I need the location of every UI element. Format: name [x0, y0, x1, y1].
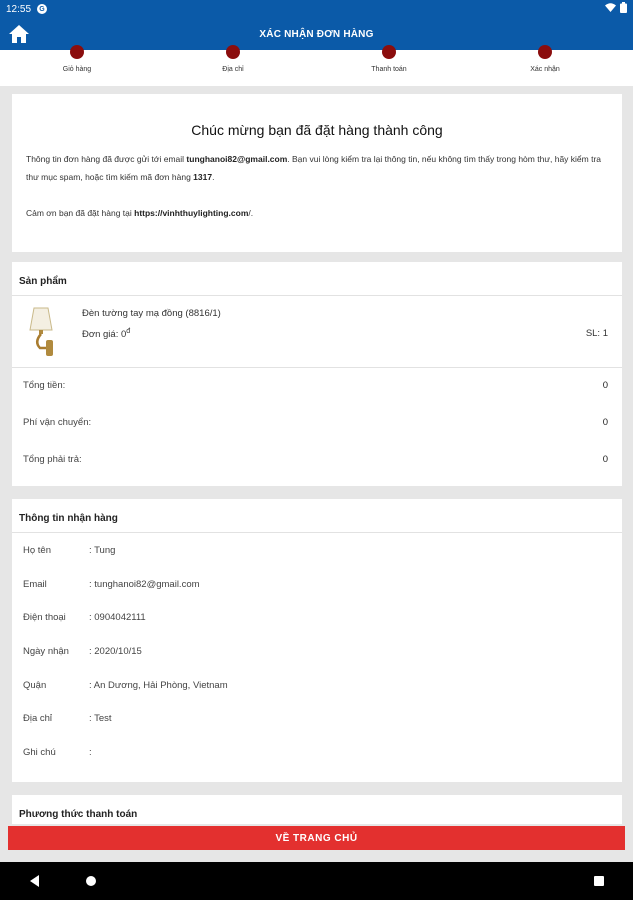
- info-label: Email: [23, 578, 47, 590]
- info-row-phone: Điện thoại : 0904042111: [12, 600, 622, 634]
- product-quantity: SL: 1: [585, 328, 608, 339]
- grand-total-value: 0: [602, 454, 608, 465]
- grand-total-label: Tổng phải trả:: [23, 454, 82, 465]
- step-label: Thanh toán: [371, 66, 407, 73]
- info-label: Ghi chú: [23, 747, 56, 759]
- receiver-section-title: Thông tin nhận hàng: [12, 499, 622, 533]
- system-nav-bar: [0, 862, 633, 900]
- battery-icon: [620, 2, 627, 16]
- info-value: :: [89, 747, 92, 759]
- step-cart: Giỏ hàng: [17, 45, 137, 73]
- status-icons: [605, 2, 627, 16]
- info-row-name: Họ tên : Tung: [12, 533, 622, 567]
- product-name: Đèn tường tay mạ đồng (8816/1): [82, 308, 221, 319]
- message-text: Thông tin đơn hàng đã được gửi tới email: [26, 154, 187, 164]
- info-value: : tunghanoi82@gmail.com: [89, 578, 200, 590]
- products-section-title: Sản phẩm: [12, 262, 622, 296]
- app-notification-icon: G: [37, 4, 48, 14]
- app-header: XÁC NHẬN ĐƠN HÀNG: [0, 18, 633, 50]
- info-row-note: Ghi chú :: [12, 735, 622, 769]
- success-message: Thông tin đơn hàng đã được gửi tới email…: [26, 150, 608, 186]
- info-value: : An Dương, Hải Phòng, Vietnam: [89, 679, 228, 691]
- payment-card: Phương thức thanh toán: [12, 795, 622, 824]
- status-bar: 12:55 G: [0, 0, 633, 18]
- products-card: Sản phẩm Đèn tường tay mạ đồng (8816/1) …: [12, 262, 622, 486]
- info-value: : 0904042111: [89, 612, 146, 624]
- nav-back-icon[interactable]: [30, 875, 39, 887]
- customer-email: tunghanoi82@gmail.com: [186, 154, 288, 164]
- wifi-icon: [605, 3, 616, 15]
- wall-lamp-thumbnail: [24, 304, 64, 360]
- nav-home-icon[interactable]: [86, 876, 96, 886]
- step-payment: Thanh toán: [329, 45, 449, 73]
- success-heading: Chúc mừng bạn đã đặt hàng thành công: [191, 122, 443, 138]
- info-label: Quận: [23, 679, 47, 691]
- step-confirm: Xác nhận: [485, 45, 605, 73]
- product-price: Đơn giá: 0đ: [82, 328, 130, 340]
- subtotal-row: Tổng tiền: 0: [12, 368, 622, 405]
- grand-total-row: Tổng phải trả: 0: [12, 442, 622, 479]
- step-label: Giỏ hàng: [62, 66, 92, 73]
- message-text: /.: [248, 208, 254, 218]
- info-row-date: Ngày nhận : 2020/10/15: [12, 634, 622, 668]
- price-label: Đơn giá:: [82, 329, 121, 341]
- shipping-value: 0: [602, 417, 608, 428]
- info-label: Địa chỉ: [23, 713, 53, 725]
- scroll-content[interactable]: Chúc mừng bạn đã đặt hàng thành công Thô…: [0, 86, 633, 824]
- step-indicator: [382, 45, 396, 59]
- info-row-district: Quận : An Dương, Hải Phòng, Vietnam: [12, 668, 622, 702]
- nav-recents-icon[interactable]: [594, 876, 604, 886]
- currency-symbol: đ: [126, 328, 131, 335]
- product-row: Đèn tường tay mạ đồng (8816/1) Đơn giá: …: [12, 296, 622, 368]
- shipping-label: Phí vận chuyển:: [23, 417, 92, 428]
- page-title: XÁC NHẬN ĐƠN HÀNG: [259, 28, 374, 40]
- step-label: Xác nhận: [530, 66, 560, 73]
- receiver-card: Thông tin nhận hàng Họ tên : Tung Email …: [12, 499, 622, 782]
- step-address: Địa chỉ: [173, 45, 293, 73]
- site-link[interactable]: https://vinhthuylighting.com: [134, 208, 248, 218]
- success-card: Chúc mừng bạn đã đặt hàng thành công Thô…: [12, 94, 622, 252]
- shipping-row: Phí vận chuyển: 0: [12, 405, 622, 442]
- info-label: Ngày nhận: [23, 646, 69, 658]
- step-label: Địa chỉ: [222, 66, 244, 73]
- checkout-steps: Giỏ hàng Địa chỉ Thanh toán Xác nhận: [0, 45, 633, 86]
- back-to-home-button[interactable]: VỀ TRANG CHỦ: [8, 826, 625, 850]
- total-value: 0: [602, 380, 608, 391]
- status-time: 12:55: [6, 3, 32, 15]
- message-text: Cảm ơn bạn đã đặt hàng tại: [26, 208, 135, 218]
- step-indicator: [538, 45, 552, 59]
- info-row-email: Email : tunghanoi82@gmail.com: [12, 567, 622, 601]
- payment-section-title: Phương thức thanh toán: [19, 809, 138, 820]
- info-row-address: Địa chỉ : Test: [12, 701, 622, 735]
- order-id: 1317: [193, 172, 213, 182]
- info-label: Họ tên: [23, 545, 51, 556]
- message-text: .: [212, 172, 215, 182]
- step-indicator: [70, 45, 84, 59]
- info-label: Điện thoại: [23, 612, 66, 624]
- home-icon[interactable]: [8, 23, 30, 45]
- thanks-message: Cảm ơn bạn đã đặt hàng tại https://vinht…: [26, 204, 608, 222]
- total-label: Tổng tiền:: [23, 380, 66, 391]
- info-value: : 2020/10/15: [89, 646, 142, 658]
- step-indicator: [226, 45, 240, 59]
- info-value: : Test: [89, 713, 112, 725]
- info-value: : Tung: [89, 545, 116, 556]
